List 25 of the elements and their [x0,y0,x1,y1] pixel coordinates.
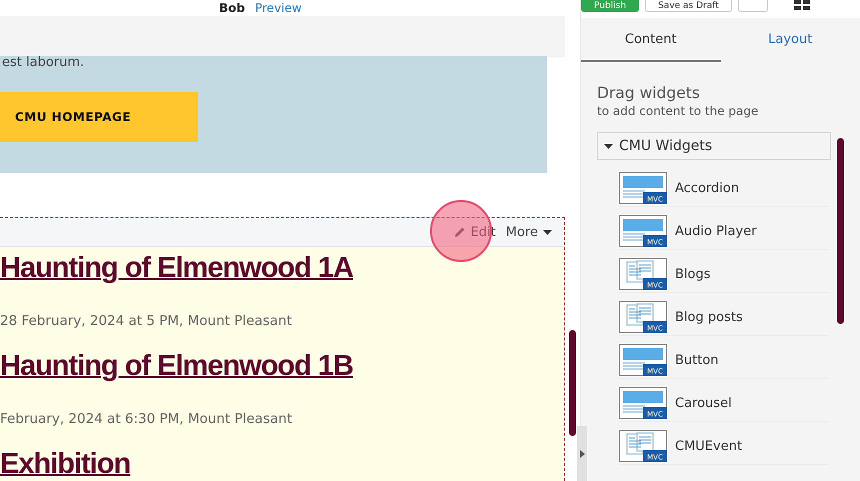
panel-heading: Drag widgets [597,84,701,102]
more-dropdown[interactable]: More [504,222,554,242]
caret-icon [543,230,552,234]
save-draft-button[interactable]: Save as Draft [645,0,732,12]
preview-link[interactable]: Preview [254,0,302,15]
panel-tab[interactable]: Layout [720,18,860,62]
event-title-link[interactable]: Haunting of Elmenwood 1B [0,349,564,383]
panel-toggle[interactable] [577,426,587,481]
page-name: Bob [219,0,245,15]
options-button[interactable] [738,0,768,12]
homepage-button[interactable]: CMU HOMEPAGE [0,92,198,142]
caret-down-icon [604,142,613,150]
panel-subheading: to add content to the page [597,104,760,118]
event-title-link[interactable]: Exhibition [0,447,564,481]
pencil-icon [454,226,466,238]
event-details: 28 February, 2024 at 5 PM, Mount Pleasant [0,313,293,329]
event-details: February, 2024 at 6:30 PM, Mount Pleasant [0,411,294,427]
panel-tab[interactable]: Content [581,18,720,62]
scrollbar-thumb[interactable] [837,138,844,324]
body-text: est laborum. [1,56,84,70]
widget-group-header[interactable]: CMU Widgets [597,132,831,160]
grid-icon[interactable] [794,0,810,10]
triangle-right-icon [580,450,584,458]
event-title-link[interactable]: Haunting of Elmenwood 1A [0,251,564,285]
scrollbar-thumb[interactable] [569,330,576,436]
